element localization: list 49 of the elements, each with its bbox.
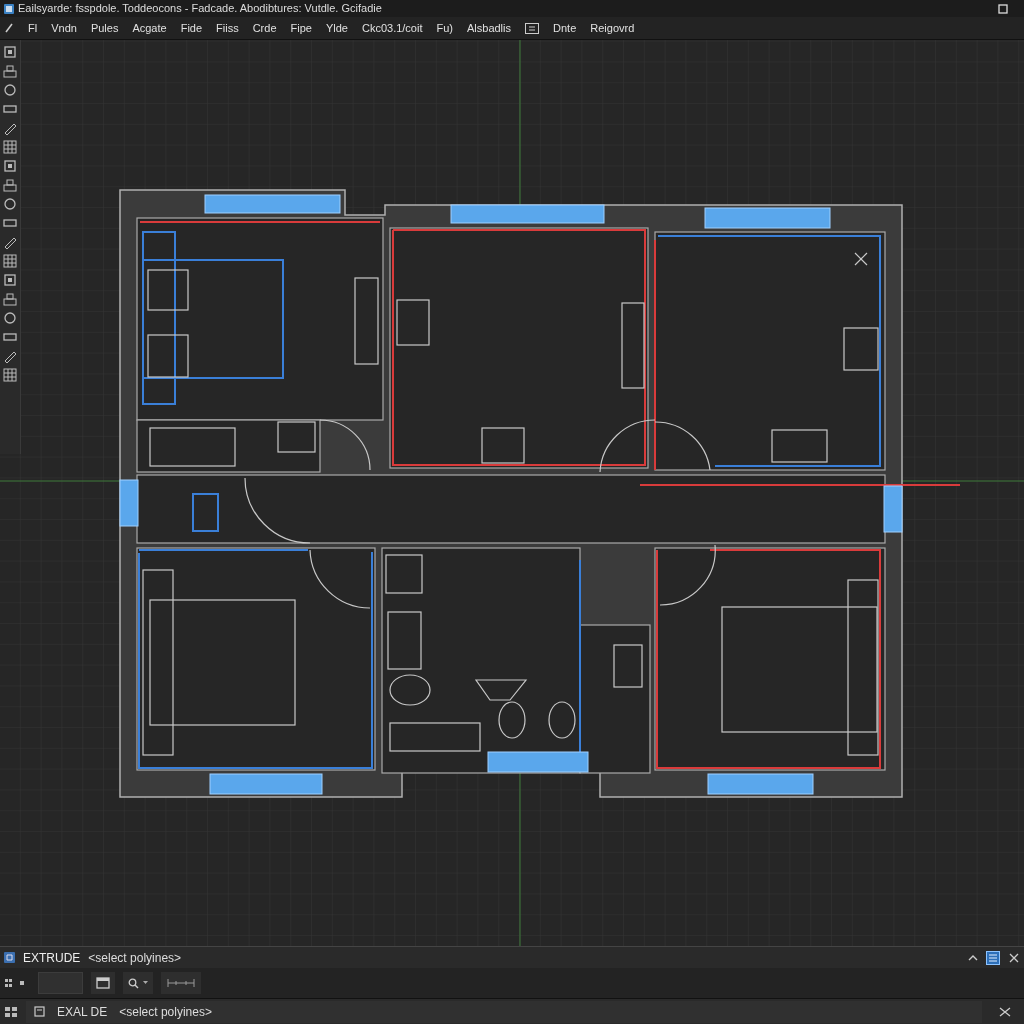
menu-item[interactable]: Crde	[252, 19, 277, 37]
command-icon	[4, 952, 15, 963]
circle-icon[interactable]	[2, 310, 18, 326]
app-icon	[4, 3, 14, 14]
menu-item[interactable]: Reigovrd	[590, 19, 635, 37]
square-icon[interactable]	[2, 272, 18, 288]
zoom-button[interactable]	[123, 972, 153, 994]
panel-toggle-icon[interactable]	[986, 950, 1000, 965]
close-icon[interactable]	[998, 1005, 1012, 1018]
circle-icon[interactable]	[2, 196, 18, 212]
command-prompt: <select polyines>	[88, 949, 182, 967]
command-name: EXTRUDE	[23, 949, 81, 967]
menu-item[interactable]: Alsbadlis	[467, 19, 511, 37]
pen-icon[interactable]	[4, 22, 14, 34]
menu-item[interactable]: Pules	[90, 19, 119, 37]
input-field[interactable]	[38, 972, 83, 994]
menu-item[interactable]: Fl	[28, 19, 38, 37]
grid-icon[interactable]	[4, 1005, 18, 1018]
menu-item[interactable]: Fu)	[436, 19, 453, 37]
stacked-boxes-icon[interactable]	[2, 177, 18, 193]
menu-item[interactable]: Fiiss	[216, 19, 239, 37]
menu-item[interactable]: Ylde	[325, 19, 348, 37]
stacked-boxes-icon[interactable]	[2, 63, 18, 79]
box-icon[interactable]	[525, 22, 539, 34]
circle-icon[interactable]	[2, 82, 18, 98]
grid-icon[interactable]	[2, 139, 18, 155]
window-button[interactable]	[91, 972, 115, 994]
square-icon[interactable]	[2, 158, 18, 174]
menu-item[interactable]: Fipe	[290, 19, 312, 37]
command-prompt: <select polyines>	[119, 1003, 212, 1021]
ruler-icon	[166, 978, 196, 988]
caret-up-icon[interactable]	[968, 953, 978, 962]
grid-icon[interactable]	[2, 367, 18, 383]
maximize-icon[interactable]	[998, 3, 1008, 14]
square-icon[interactable]	[2, 44, 18, 60]
close-icon[interactable]	[1008, 951, 1020, 964]
command-icon	[34, 1006, 45, 1017]
menu-item[interactable]: Ckc03.1/coit	[361, 19, 423, 37]
grid-icon[interactable]	[2, 253, 18, 269]
menu-item[interactable]: Fide	[180, 19, 203, 37]
menu-item[interactable]: Vndn	[51, 19, 77, 37]
search-icon	[128, 977, 139, 989]
menu-item[interactable]: Dnte	[553, 19, 577, 37]
stacked-boxes-icon[interactable]	[2, 291, 18, 307]
caret-down-icon	[143, 981, 148, 985]
menu-item[interactable]: Acgate	[132, 19, 167, 37]
window-icon	[96, 977, 110, 989]
window-title: Eailsyarde: fsspdole. Toddeocons - Fadcade. Abodibtures: Vutdle. Gcifadie	[18, 1, 382, 17]
command-name: EXAL DE	[57, 1003, 108, 1021]
